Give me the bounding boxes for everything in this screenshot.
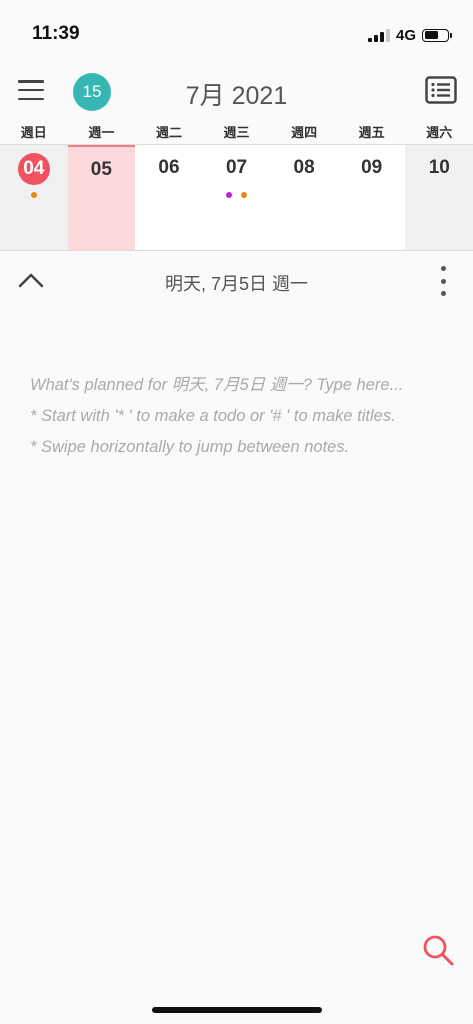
day-number: 04: [0, 153, 68, 185]
day-cell[interactable]: 10: [405, 145, 473, 250]
note-date-title: 明天, 7月5日 週一: [164, 274, 309, 294]
weekday-label: 週四: [291, 125, 318, 140]
day-number: 07: [225, 157, 248, 178]
event-dots: [0, 192, 68, 198]
network-type: 4G: [395, 26, 416, 44]
note-header: 明天, 7月5日 週一: [0, 258, 473, 304]
day-number: 06: [158, 157, 180, 178]
signal-icon: [367, 28, 390, 42]
today-button[interactable]: 15: [73, 73, 111, 111]
day-number: 05: [90, 159, 112, 180]
weekday-label: 週三: [223, 125, 250, 140]
event-dot: [226, 192, 233, 198]
day-cell[interactable]: 09: [337, 145, 406, 250]
status-icons: 4G: [367, 17, 452, 44]
month-title[interactable]: 7月 2021: [0, 76, 473, 112]
event-dot: [30, 192, 37, 198]
placeholder-line: What's planned for 明天, 7月5日 週一? Type her…: [30, 376, 404, 394]
list-view-icon[interactable]: [425, 76, 457, 104]
more-options-icon[interactable]: [439, 266, 447, 296]
search-icon[interactable]: [421, 933, 455, 967]
weekday-header: 週日 週一 週二 週三 週四 週五 週六: [0, 122, 473, 144]
weekday-label: 週五: [358, 125, 385, 140]
status-time: 11:39: [32, 23, 80, 44]
day-number: 10: [428, 157, 450, 178]
app-header: 7月 2021 15: [0, 68, 473, 116]
note-editor[interactable]: What's planned for 明天, 7月5日 週一? Type her…: [30, 370, 460, 463]
event-dots: [203, 192, 271, 198]
status-bar: 11:39 4G: [0, 0, 473, 60]
event-dot: [241, 192, 248, 198]
battery-icon: [422, 28, 452, 42]
home-indicator: [152, 1007, 322, 1013]
day-cell[interactable]: 05: [67, 145, 136, 250]
weekday-label: 週一: [88, 125, 115, 140]
weekday-label: 週六: [426, 125, 453, 140]
day-cell[interactable]: 08: [270, 145, 338, 250]
day-number: 08: [293, 157, 315, 178]
day-cell[interactable]: 04: [0, 145, 68, 250]
day-cell[interactable]: 06: [135, 145, 203, 250]
placeholder-line: * Swipe horizontally to jump between not…: [30, 438, 350, 456]
placeholder-line: * Start with '* ' to make a todo or '# '…: [30, 407, 396, 425]
week-row: 04 05 06 07 08 09 10: [0, 144, 473, 251]
weekday-label: 週二: [155, 125, 182, 140]
day-cell[interactable]: 07: [202, 145, 271, 250]
weekday-label: 週日: [20, 125, 47, 140]
day-number: 09: [361, 157, 383, 178]
